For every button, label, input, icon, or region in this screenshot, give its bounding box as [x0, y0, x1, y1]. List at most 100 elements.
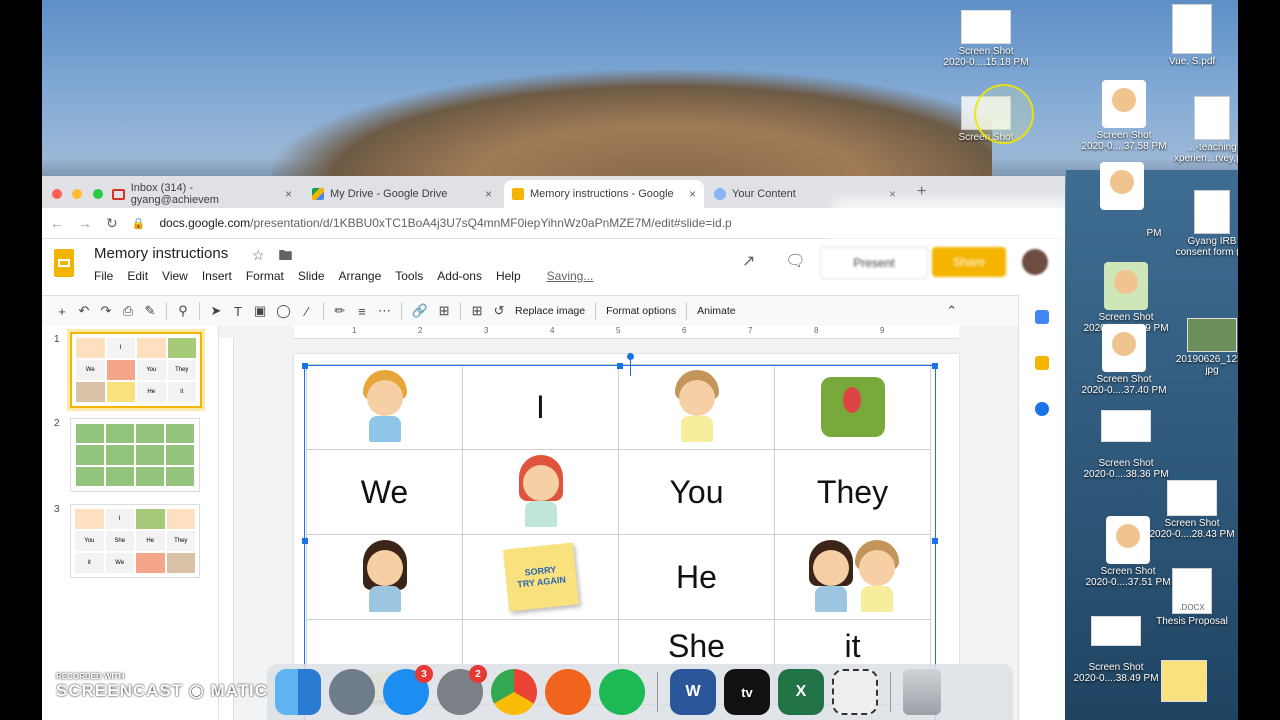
menu-edit[interactable]: Edit [127, 269, 148, 283]
desktop-icon-screenshot[interactable] [1072, 162, 1172, 212]
shape-icon[interactable]: ◯ [276, 303, 291, 319]
minimize-window-button[interactable] [72, 189, 83, 199]
grid-cell[interactable]: You [619, 450, 775, 535]
replace-image-button[interactable]: Replace image [515, 305, 585, 317]
menu-addons[interactable]: Add-ons [437, 269, 482, 283]
menu-slide[interactable]: Slide [298, 269, 325, 283]
trash-icon[interactable] [903, 669, 941, 715]
calendar-icon[interactable] [1035, 310, 1049, 324]
grid-cell[interactable]: He [619, 535, 775, 620]
border-dash-icon[interactable]: ⋯ [378, 303, 391, 319]
menu-file[interactable]: File [94, 269, 113, 283]
launchpad-icon[interactable] [329, 669, 375, 715]
app-store-icon[interactable]: 3 [383, 665, 433, 715]
close-window-button[interactable] [52, 189, 62, 199]
pen-icon[interactable]: ✏ [334, 303, 346, 319]
undo-icon[interactable]: ↶ [78, 303, 90, 319]
paint-format-icon[interactable]: ✎ [144, 303, 156, 319]
grid-cell[interactable] [619, 365, 775, 450]
grid-cell[interactable] [307, 535, 463, 620]
close-tab-icon[interactable]: × [485, 187, 492, 201]
url-field[interactable]: docs.google.com/presentation/d/1KBBU0xTC… [159, 216, 731, 230]
desktop-icon-screenshot[interactable]: Screen Shot 2020-0....37.58 PM [1074, 80, 1174, 152]
chrome-icon[interactable] [491, 669, 537, 715]
image-icon[interactable]: ▣ [254, 303, 266, 319]
document-title[interactable]: Memory instructions [94, 245, 228, 262]
share-button[interactable]: Share [932, 247, 1006, 277]
text-box-icon[interactable]: T [232, 304, 244, 319]
grid-cell[interactable] [775, 365, 931, 450]
podcast-app-icon[interactable] [545, 669, 591, 715]
boy-cap-image[interactable] [667, 370, 727, 444]
tab-google-drive[interactable]: My Drive - Google Drive × [304, 180, 500, 208]
grid-cell[interactable]: They [775, 450, 931, 535]
close-tab-icon[interactable]: × [689, 187, 696, 201]
redo-icon[interactable]: ↷ [100, 303, 112, 319]
spotify-icon[interactable] [599, 669, 645, 715]
slide-thumbnail-1[interactable]: I We You They He it [70, 332, 202, 408]
girl-dark-hair-image[interactable] [355, 540, 415, 614]
link-icon[interactable]: 🔗 [412, 303, 428, 319]
forward-icon[interactable]: → [78, 215, 92, 231]
green-monster-image[interactable] [820, 377, 885, 437]
girl-pair-image[interactable] [807, 540, 853, 614]
excel-icon[interactable]: X [778, 669, 824, 715]
girl-redhead-image[interactable] [511, 455, 571, 529]
new-slide-icon[interactable]: + [56, 304, 68, 319]
memory-grid-table[interactable]: I We You They SORRY TRY AGAIN He She it [306, 364, 933, 705]
comments-icon[interactable]: 🗨 [785, 251, 805, 271]
desktop-icon-pdf[interactable]: Gyang IRB consent form (1) [1162, 190, 1238, 258]
format-options-button[interactable]: Format options [606, 305, 676, 317]
grid-cell[interactable]: We [307, 450, 463, 535]
reload-icon[interactable]: ↻ [106, 215, 118, 232]
menu-insert[interactable]: Insert [202, 269, 232, 283]
present-button[interactable]: Present [820, 247, 928, 279]
zoom-icon[interactable]: ⚲ [177, 303, 189, 319]
close-tab-icon[interactable]: × [285, 187, 292, 201]
tab-memory-instructions[interactable]: Memory instructions - Google × [504, 180, 704, 208]
border-weight-icon[interactable]: ≡ [356, 304, 368, 319]
star-icon[interactable]: ☆ [252, 247, 265, 263]
screenshot-tool-icon[interactable] [832, 669, 878, 715]
select-cursor-icon[interactable]: ➤ [210, 303, 222, 319]
grid-cell[interactable] [775, 535, 931, 620]
desktop-icon-screenshot[interactable]: Screen Shot 2020-0....38.36 PM [1076, 410, 1176, 480]
crop-icon[interactable]: ⊞ [471, 303, 483, 319]
menu-arrange[interactable]: Arrange [339, 269, 382, 283]
menu-format[interactable]: Format [246, 269, 284, 283]
menu-view[interactable]: View [162, 269, 188, 283]
desktop-icon-pdf[interactable]: Vue, S.pdf [1142, 4, 1238, 67]
desktop-icon-pdf[interactable]: ...-teaching xperien...rvey.pdf [1162, 96, 1238, 164]
lock-icon[interactable]: 🔒 [132, 217, 146, 230]
grid-cell[interactable] [463, 450, 619, 535]
back-icon[interactable]: ← [50, 215, 64, 231]
desktop-icon-screenshot[interactable]: Screen Shot 2020-0....37.40 PM [1074, 324, 1174, 396]
avatar[interactable] [1022, 249, 1048, 275]
system-preferences-icon[interactable]: 2 [437, 665, 487, 715]
desktop-icon-screenshot[interactable]: Screen Shot 2020-0....15.18 PM [936, 10, 1036, 68]
print-icon[interactable]: ⎙ [122, 303, 134, 319]
keep-icon[interactable] [1035, 356, 1049, 370]
move-folder-icon[interactable]: 🖿 [278, 247, 292, 263]
slides-logo-icon[interactable] [54, 249, 74, 277]
reset-image-icon[interactable]: ↺ [493, 303, 505, 319]
menu-help[interactable]: Help [496, 269, 521, 283]
add-comment-icon[interactable]: ⊞ [438, 303, 450, 319]
activity-trend-icon[interactable]: ↗ [742, 251, 755, 271]
line-icon[interactable]: ∕ [301, 304, 313, 319]
grid-cell[interactable] [307, 365, 463, 450]
slide-thumbnail-2[interactable] [70, 418, 200, 492]
word-icon[interactable]: W [670, 669, 716, 715]
sorry-try-again-note[interactable]: SORRY TRY AGAIN [502, 542, 579, 612]
animate-button[interactable]: Animate [697, 305, 736, 317]
slide-thumbnail-3[interactable]: I You She He They it We [70, 504, 200, 578]
maximize-window-button[interactable] [92, 189, 103, 199]
tasks-icon[interactable] [1035, 402, 1049, 416]
menu-tools[interactable]: Tools [395, 269, 423, 283]
apple-tv-icon[interactable]: tv [724, 669, 770, 715]
boy-pair-image[interactable] [853, 540, 899, 614]
finder-icon[interactable] [275, 669, 321, 715]
boy-blond-image[interactable] [355, 370, 415, 444]
collapse-toolbar-icon[interactable]: ⌃ [946, 303, 958, 319]
tab-gmail[interactable]: Inbox (314) - gyang@achievem × [104, 180, 300, 208]
